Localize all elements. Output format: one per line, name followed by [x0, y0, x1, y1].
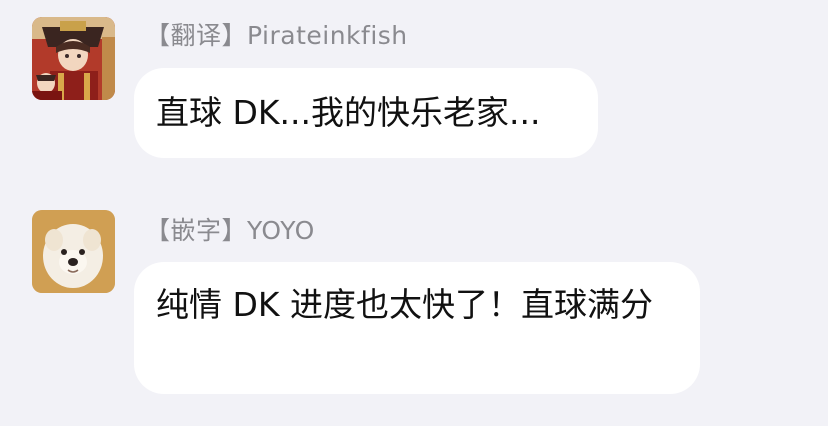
message-text: 纯情 DK 进度也太快了！直球满分: [156, 285, 654, 324]
sender-avatar[interactable]: [32, 17, 115, 100]
message-bubble[interactable]: 纯情 DK 进度也太快了！直球满分: [134, 262, 700, 394]
message-text: 直球 DK...我的快乐老家...: [156, 93, 541, 132]
sender-name: 【嵌字】YOYO: [145, 216, 315, 245]
chat-message-list: 【翻译】Pirateinkfish 直球 DK...我的快乐老家... 【嵌字】…: [0, 0, 828, 426]
message-bubble[interactable]: 直球 DK...我的快乐老家...: [134, 68, 598, 158]
anime-character-avatar-icon: [32, 17, 115, 100]
sender-name: 【翻译】Pirateinkfish: [145, 21, 408, 50]
sender-avatar[interactable]: [32, 210, 115, 293]
dog-avatar-icon: [32, 210, 115, 293]
